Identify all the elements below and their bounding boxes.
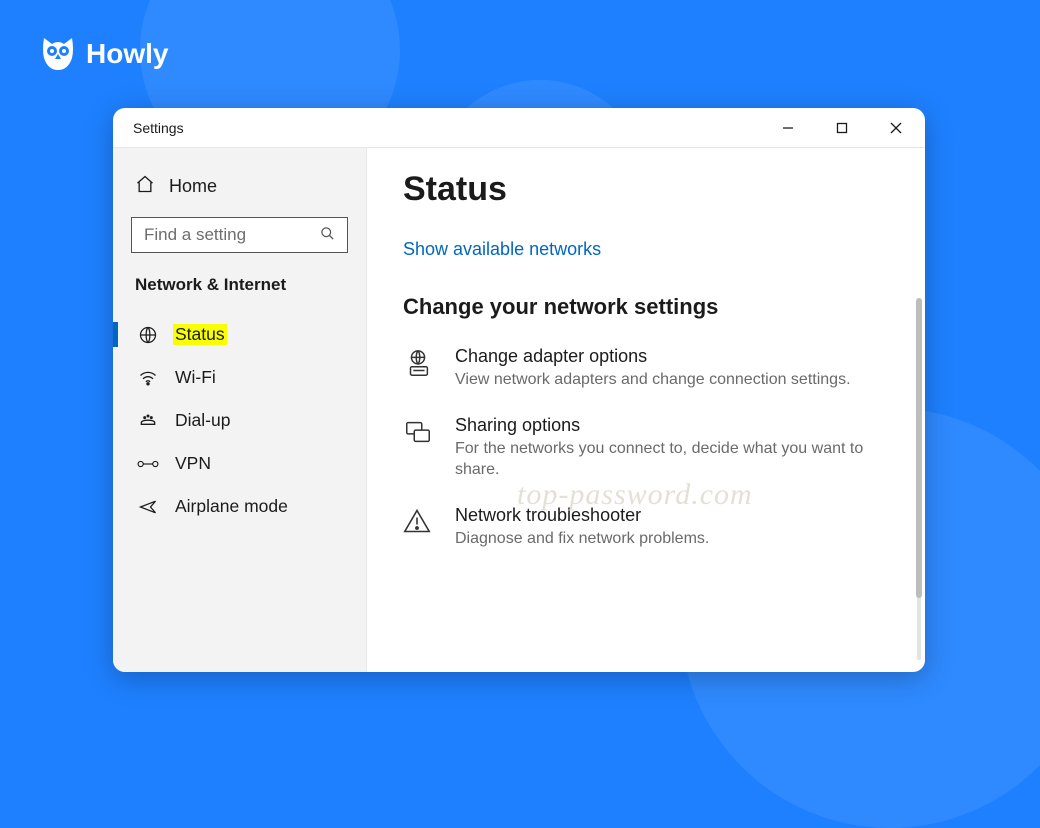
maximize-button[interactable] (815, 108, 869, 148)
titlebar: Settings (113, 108, 925, 148)
settings-window: Settings Home Find a setting (113, 108, 925, 672)
change-settings-heading: Change your network settings (403, 294, 903, 320)
sidebar-home-label: Home (169, 176, 217, 197)
window-title: Settings (133, 120, 184, 136)
search-icon (320, 226, 335, 245)
home-icon (135, 174, 155, 199)
wifi-icon (137, 368, 159, 388)
option-desc: View network adapters and change connect… (455, 369, 851, 391)
sidebar-item-label: VPN (173, 453, 213, 474)
brand-name: Howly (86, 38, 168, 70)
sidebar-item-vpn[interactable]: VPN (113, 442, 366, 485)
close-button[interactable] (869, 108, 923, 148)
sidebar-item-label: Dial-up (173, 410, 232, 431)
option-title: Sharing options (455, 415, 903, 436)
sidebar-item-dialup[interactable]: Dial-up (113, 399, 366, 442)
option-title: Network troubleshooter (455, 505, 709, 526)
sidebar-item-label: Airplane mode (173, 496, 290, 517)
sidebar-item-label: Wi-Fi (173, 367, 218, 388)
owl-icon (38, 34, 78, 74)
option-desc: For the networks you connect to, decide … (455, 438, 903, 481)
page-heading: Status (403, 170, 903, 209)
sidebar-item-status[interactable]: Status (113, 313, 366, 356)
sidebar-section-title: Network & Internet (131, 275, 348, 295)
search-input[interactable]: Find a setting (131, 217, 348, 253)
option-title: Change adapter options (455, 346, 851, 367)
vpn-icon (137, 456, 159, 472)
airplane-icon (137, 497, 159, 517)
scrollbar-thumb[interactable] (916, 298, 922, 598)
sidebar-item-airplane[interactable]: Airplane mode (113, 485, 366, 528)
howly-logo: Howly (38, 34, 168, 74)
sidebar: Home Find a setting Network & Internet S… (113, 148, 367, 672)
option-change-adapter[interactable]: Change adapter options View network adap… (403, 346, 903, 391)
option-sharing[interactable]: Sharing options For the networks you con… (403, 415, 903, 481)
show-networks-link[interactable]: Show available networks (403, 239, 601, 260)
main-panel: Status Show available networks Change yo… (367, 148, 925, 672)
dialup-icon (137, 411, 159, 431)
sidebar-home[interactable]: Home (131, 170, 348, 217)
sidebar-item-wifi[interactable]: Wi-Fi (113, 356, 366, 399)
option-desc: Diagnose and fix network problems. (455, 528, 709, 550)
sidebar-item-label: Status (173, 324, 227, 345)
sharing-icon (403, 415, 437, 481)
warning-icon (403, 505, 437, 550)
globe-icon (137, 325, 159, 345)
search-placeholder: Find a setting (144, 225, 246, 245)
minimize-button[interactable] (761, 108, 815, 148)
option-troubleshooter[interactable]: Network troubleshooter Diagnose and fix … (403, 505, 903, 550)
adapter-icon (403, 346, 437, 391)
